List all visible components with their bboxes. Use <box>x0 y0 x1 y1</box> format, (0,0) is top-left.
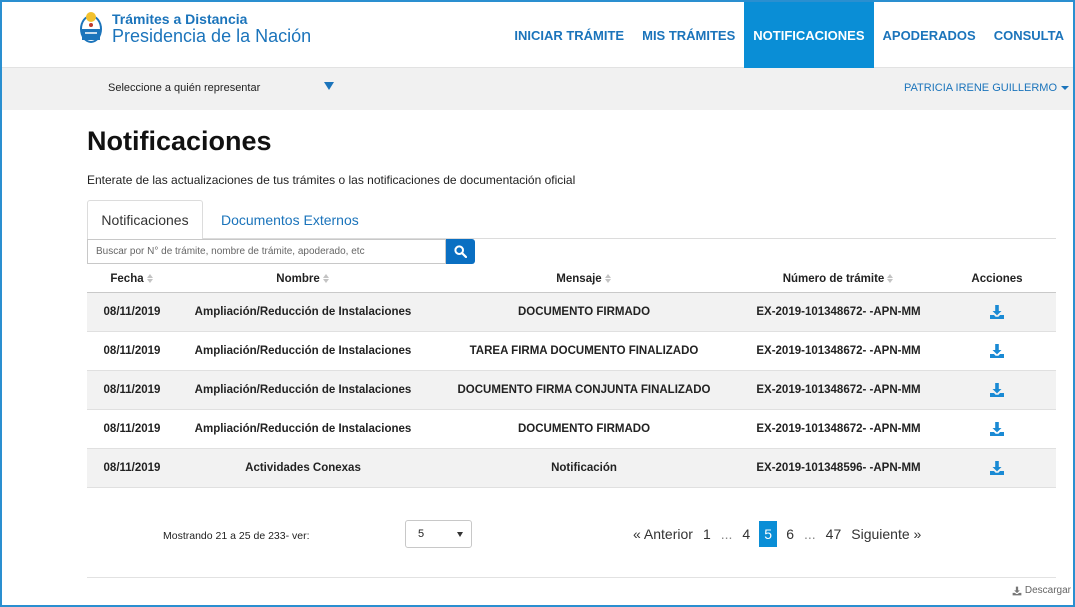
tab-documentos-externos[interactable]: Documentos Externos <box>207 200 373 239</box>
sort-icon <box>146 274 154 284</box>
cell-acciones <box>938 421 1056 437</box>
header-fecha[interactable]: Fecha <box>87 273 177 285</box>
table-row: 08/11/2019 Ampliación/Reducción de Insta… <box>87 410 1056 449</box>
download-icon <box>1012 586 1022 595</box>
nav-notificaciones[interactable]: NOTIFICACIONES <box>744 2 874 68</box>
page-size-value: 5 <box>418 528 425 540</box>
cell-numero: EX-2019-101348596- -APN-MM <box>756 462 921 474</box>
table-header: Fecha Nombre Mensaje Número de trámite A… <box>87 266 1056 293</box>
user-menu[interactable]: PATRICIA IRENE GUILLERMO <box>904 82 1069 94</box>
header-numero-tramite[interactable]: Número de trámite <box>739 273 938 285</box>
cell-acciones <box>938 343 1056 359</box>
nav-consulta[interactable]: CONSULTA <box>985 2 1073 68</box>
footer-divider <box>87 577 1056 578</box>
pagination-prev[interactable]: « Anterior <box>633 526 693 542</box>
represent-selector-label[interactable]: Seleccione a quién representar <box>108 82 260 94</box>
pagination-next[interactable]: Siguiente » <box>851 526 921 542</box>
cell-mensaje: DOCUMENTO FIRMA CONJUNTA FINALIZADO <box>457 384 711 396</box>
download-icon[interactable] <box>989 343 1005 359</box>
showing-count: Mostrando 21 a 25 de 233- ver: <box>163 530 310 542</box>
cell-mensaje: DOCUMENTO FIRMADO <box>517 306 651 318</box>
sort-icon <box>322 274 330 284</box>
cell-nombre: Ampliación/Reducción de Instalaciones <box>194 306 412 318</box>
cell-fecha: 08/11/2019 <box>103 306 161 318</box>
notifications-table: Fecha Nombre Mensaje Número de trámite A… <box>87 266 1056 488</box>
table-row: 08/11/2019 Ampliación/Reducción de Insta… <box>87 332 1056 371</box>
table-row: 08/11/2019 Ampliación/Reducción de Insta… <box>87 371 1056 410</box>
download-icon[interactable] <box>989 382 1005 398</box>
search-button[interactable] <box>446 239 475 264</box>
cell-numero: EX-2019-101348672- -APN-MM <box>756 384 921 396</box>
cell-acciones <box>938 382 1056 398</box>
page-subtitle: Enterate de las actualizaciones de tus t… <box>87 173 576 187</box>
cell-fecha: 08/11/2019 <box>103 345 161 357</box>
header-acciones: Acciones <box>971 273 1023 285</box>
top-header: Trámites a Distancia Presidencia de la N… <box>2 2 1073 68</box>
cell-nombre: Actividades Conexas <box>245 462 361 474</box>
representation-bar: Seleccione a quién representar PATRICIA … <box>2 68 1073 110</box>
cell-numero: EX-2019-101348672- -APN-MM <box>756 423 921 435</box>
tab-notificaciones[interactable]: Notificaciones <box>87 200 203 240</box>
download-icon[interactable] <box>989 304 1005 320</box>
download-icon[interactable] <box>989 421 1005 437</box>
coat-of-arms-icon <box>80 12 102 43</box>
pagination: « Anterior 1 ... 4 5 6 ... 47 Siguiente … <box>628 521 926 547</box>
nav-iniciar-tramite[interactable]: INICIAR TRÁMITE <box>505 2 633 68</box>
pagination-ellipsis: ... <box>720 526 733 542</box>
sort-icon <box>604 274 612 284</box>
cell-fecha: 08/11/2019 <box>103 462 161 474</box>
tab-bar: Notificaciones Documentos Externos <box>87 200 1056 240</box>
cell-mensaje: DOCUMENTO FIRMADO <box>517 423 651 435</box>
search-bar <box>87 239 475 264</box>
header-nombre[interactable]: Nombre <box>177 273 429 285</box>
nav-mis-tramites[interactable]: MIS TRÁMITES <box>633 2 744 68</box>
cell-fecha: 08/11/2019 <box>103 423 161 435</box>
cell-acciones <box>938 304 1056 320</box>
page-size-select[interactable]: 5 <box>405 520 472 548</box>
download-all-link[interactable]: Descargar <box>1012 585 1071 596</box>
pagination-page[interactable]: 47 <box>826 526 842 542</box>
pagination-page[interactable]: 1 <box>703 526 711 542</box>
pagination-page[interactable]: 6 <box>786 526 794 542</box>
table-row: 08/11/2019 Actividades Conexas Notificac… <box>87 449 1056 488</box>
cell-nombre: Ampliación/Reducción de Instalaciones <box>194 384 412 396</box>
search-icon <box>454 245 467 258</box>
chevron-down-icon <box>1061 86 1069 91</box>
header-mensaje[interactable]: Mensaje <box>429 273 739 285</box>
cell-mensaje: TAREA FIRMA DOCUMENTO FINALIZADO <box>469 345 699 357</box>
brand-line-1: Trámites a Distancia <box>112 10 248 27</box>
brand-logo[interactable]: Trámites a Distancia Presidencia de la N… <box>78 11 311 45</box>
sort-icon <box>887 274 894 284</box>
search-input[interactable] <box>87 239 446 264</box>
download-icon[interactable] <box>989 460 1005 476</box>
user-name: PATRICIA IRENE GUILLERMO <box>903 82 1057 94</box>
cell-numero: EX-2019-101348672- -APN-MM <box>756 306 921 318</box>
cell-mensaje: Notificación <box>551 462 617 474</box>
caret-down-icon[interactable] <box>324 82 334 90</box>
cell-fecha: 08/11/2019 <box>103 384 161 396</box>
caret-down-icon <box>457 532 463 537</box>
pagination-page[interactable]: 4 <box>742 526 750 542</box>
download-all-label: Descargar <box>1024 585 1071 596</box>
cell-nombre: Ampliación/Reducción de Instalaciones <box>194 423 412 435</box>
main-nav: INICIAR TRÁMITE MIS TRÁMITES NOTIFICACIO… <box>505 2 1073 68</box>
table-row: 08/11/2019 Ampliación/Reducción de Insta… <box>87 293 1056 332</box>
pagination-current-page[interactable]: 5 <box>759 521 778 547</box>
pagination-ellipsis: ... <box>804 526 816 542</box>
brand-line-2: Presidencia de la Nación <box>112 25 312 46</box>
cell-acciones <box>938 460 1056 476</box>
cell-nombre: Ampliación/Reducción de Instalaciones <box>194 345 412 357</box>
nav-apoderados[interactable]: APODERADOS <box>874 2 985 68</box>
cell-numero: EX-2019-101348672- -APN-MM <box>756 345 921 357</box>
page-title: Notificaciones <box>87 126 272 156</box>
